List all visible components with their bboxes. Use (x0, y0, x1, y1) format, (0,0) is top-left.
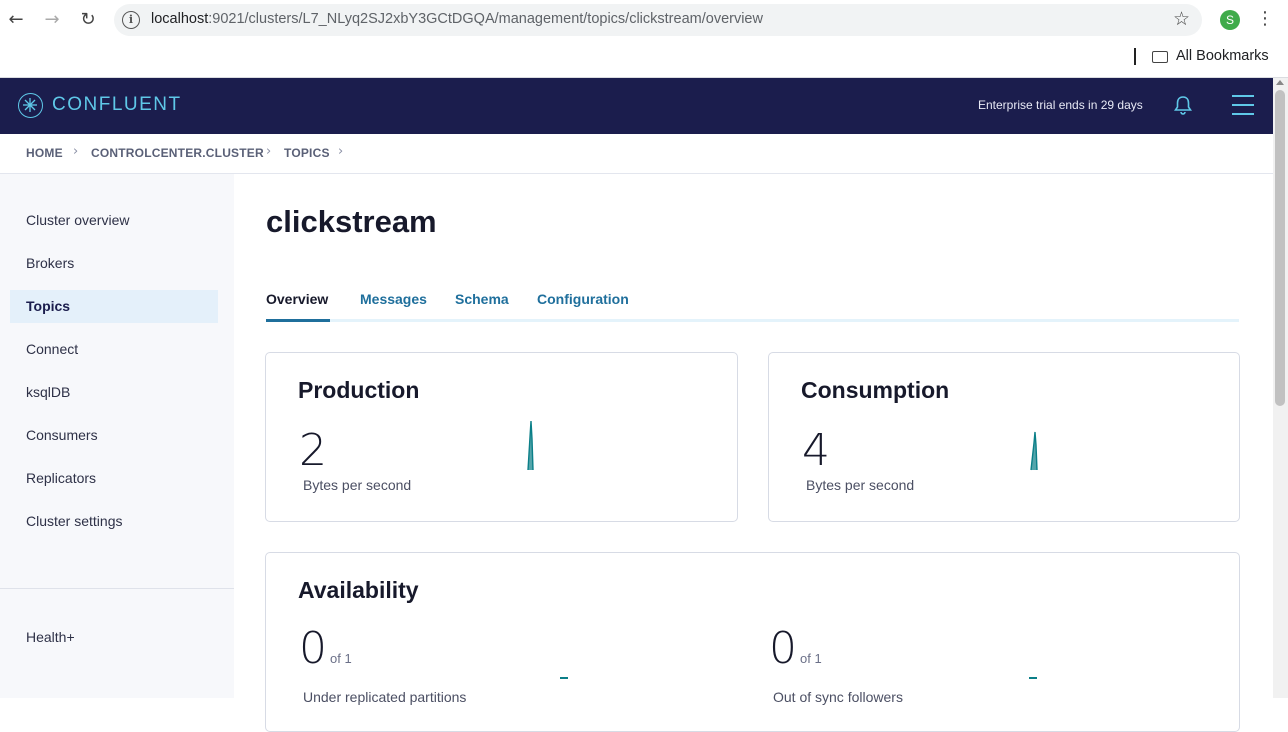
back-arrow-icon[interactable]: ← (4, 8, 28, 32)
trial-notice: Enterprise trial ends in 29 days (978, 98, 1143, 112)
under-replicated-of: of 1 (330, 651, 352, 666)
scroll-up-arrow-icon[interactable] (1276, 80, 1284, 85)
url-text[interactable]: localhost:9021/clusters/L7_NLyq2SJ2xbY3G… (151, 11, 763, 27)
active-tab-indicator (266, 319, 330, 322)
sidebar-item-cluster-settings[interactable]: Cluster settings (10, 505, 218, 538)
forward-arrow-icon[interactable]: → (40, 8, 64, 32)
sidebar-item-replicators[interactable]: Replicators (10, 462, 218, 495)
topic-tabs: Overview Messages Schema Configuration (266, 286, 1239, 322)
hamburger-menu-icon[interactable] (1232, 95, 1254, 117)
confluent-logo-icon[interactable] (18, 93, 43, 118)
site-info-icon[interactable]: i (122, 11, 140, 29)
sidebar-item-consumers[interactable]: Consumers (10, 419, 218, 452)
consumption-value: 4 (802, 425, 830, 476)
out-of-sync-value: 0 (769, 623, 797, 674)
sidebar-item-brokers[interactable]: Brokers (10, 247, 218, 280)
bookmarks-bar: All Bookmarks (0, 40, 1288, 78)
consumption-unit: Bytes per second (806, 477, 915, 493)
profile-avatar[interactable]: S (1220, 10, 1240, 30)
production-title: Production (298, 377, 420, 403)
availability-title: Availability (298, 577, 419, 603)
under-replicated-label: Under replicated partitions (303, 689, 467, 705)
breadcrumb-topics[interactable]: TOPICS (284, 146, 330, 160)
tab-overview[interactable]: Overview (266, 291, 328, 307)
consumption-sparkline (1030, 431, 1038, 471)
tab-messages[interactable]: Messages (360, 291, 427, 307)
consumption-card[interactable]: Consumption 4 Bytes per second (768, 352, 1240, 522)
tab-schema[interactable]: Schema (455, 291, 509, 307)
out-of-sync-label: Out of sync followers (773, 689, 903, 705)
under-replicated-value: 0 (299, 623, 327, 674)
availability-card[interactable]: Availability 0 of 1 Under replicated par… (265, 552, 1240, 732)
bookmark-star-icon[interactable]: ☆ (1173, 8, 1190, 30)
sidebar-divider (0, 588, 234, 589)
folder-icon (1152, 51, 1168, 63)
out-of-sync-sparkline (1029, 677, 1037, 679)
bookmarks-separator (1134, 48, 1136, 65)
sidebar-item-connect[interactable]: Connect (10, 333, 218, 366)
app-header: CONFLUENT Enterprise trial ends in 29 da… (0, 78, 1273, 134)
production-unit: Bytes per second (303, 477, 412, 493)
sidebar-item-cluster-overview[interactable]: Cluster overview (10, 204, 218, 237)
chevron-right-icon: › (338, 144, 344, 159)
sidebar-item-health-plus[interactable]: Health+ (10, 621, 218, 654)
reload-icon[interactable]: ↻ (76, 8, 100, 32)
consumption-title: Consumption (801, 377, 950, 403)
page-title: clickstream (266, 204, 437, 239)
main-content: clickstream Overview Messages Schema Con… (234, 174, 1273, 732)
under-replicated-sparkline (560, 677, 568, 679)
page-scrollbar[interactable] (1273, 78, 1288, 698)
scrollbar-thumb[interactable] (1275, 90, 1285, 406)
out-of-sync-of: of 1 (800, 651, 822, 666)
browser-toolbar: ← → ↻ i localhost:9021/clusters/L7_NLyq2… (0, 0, 1288, 40)
production-sparkline (527, 420, 534, 471)
production-value: 2 (299, 425, 327, 476)
breadcrumb-home[interactable]: HOME (26, 146, 63, 160)
tab-configuration[interactable]: Configuration (537, 291, 629, 307)
production-card[interactable]: Production 2 Bytes per second (265, 352, 738, 522)
sidebar-item-topics[interactable]: Topics (10, 290, 218, 323)
sidebar-item-ksqldb[interactable]: ksqlDB (10, 376, 218, 409)
logo-text[interactable]: CONFLUENT (52, 94, 182, 116)
breadcrumb: HOME › CONTROLCENTER.CLUSTER › TOPICS › (0, 134, 1273, 174)
breadcrumb-cluster[interactable]: CONTROLCENTER.CLUSTER (91, 146, 264, 160)
all-bookmarks-link[interactable]: All Bookmarks (1176, 48, 1269, 64)
bell-icon[interactable] (1172, 94, 1194, 116)
address-bar[interactable]: i localhost:9021/clusters/L7_NLyq2SJ2xbY… (114, 4, 1202, 36)
chevron-right-icon: › (73, 144, 79, 159)
chevron-right-icon: › (266, 144, 272, 159)
sidebar: Cluster overview Brokers Topics Connect … (0, 174, 234, 698)
browser-menu-icon[interactable]: ⋮ (1256, 8, 1274, 32)
